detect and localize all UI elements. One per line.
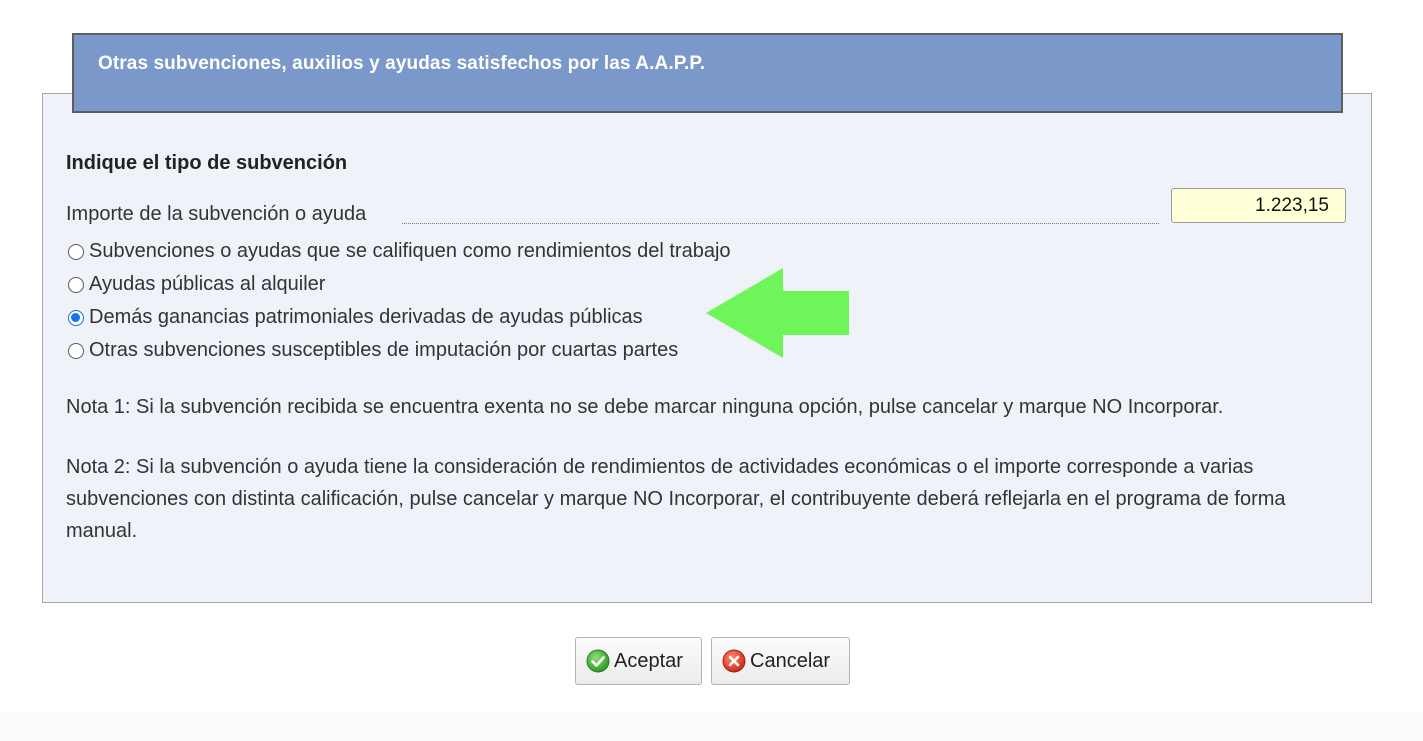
option-label: Ayudas públicas al alquiler xyxy=(89,273,326,295)
cancel-button-label: Cancelar xyxy=(750,649,831,672)
option-rendimientos-trabajo[interactable]: Subvenciones o ayudas que se califiquen … xyxy=(66,235,731,268)
radio-alquiler[interactable] xyxy=(68,276,84,293)
accept-button-label: Aceptar xyxy=(614,649,683,672)
radio-ganancias-patrimoniales[interactable] xyxy=(68,309,84,326)
amount-row: Importe de la subvención o ayuda xyxy=(66,188,1346,231)
section-title: Indique el tipo de subvención xyxy=(66,152,348,174)
cancel-button[interactable]: Cancelar xyxy=(711,637,850,685)
radio-rendimientos-trabajo[interactable] xyxy=(68,243,84,260)
option-ganancias-patrimoniales[interactable]: Demás ganancias patrimoniales derivadas … xyxy=(66,301,731,334)
dialog-title: Otras subvenciones, auxilios y ayudas sa… xyxy=(98,53,706,74)
amount-label: Importe de la subvención o ayuda xyxy=(66,203,367,225)
note-2: Nota 2: Si la subvención o ayuda tiene l… xyxy=(66,456,1286,542)
option-label: Subvenciones o ayudas que se califiquen … xyxy=(89,240,731,262)
dialog-header: Otras subvenciones, auxilios y ayudas sa… xyxy=(72,33,1343,113)
radio-cuartas-partes[interactable] xyxy=(68,342,84,359)
amount-input[interactable] xyxy=(1171,188,1346,223)
subsidy-type-options: Subvenciones o ayudas que se califiquen … xyxy=(66,235,731,367)
footer-band xyxy=(0,713,1423,741)
dotted-leader xyxy=(402,223,1159,224)
arrow-left-icon xyxy=(706,268,849,358)
option-cuartas-partes[interactable]: Otras subvenciones susceptibles de imput… xyxy=(66,334,731,367)
check-circle-icon xyxy=(586,649,610,673)
option-label: Demás ganancias patrimoniales derivadas … xyxy=(89,306,643,328)
option-label: Otras subvenciones susceptibles de imput… xyxy=(89,339,679,361)
x-circle-icon xyxy=(722,649,746,673)
accept-button[interactable]: Aceptar xyxy=(575,637,702,685)
option-alquiler[interactable]: Ayudas públicas al alquiler xyxy=(66,268,731,301)
note-1: Nota 1: Si la subvención recibida se enc… xyxy=(66,396,1224,418)
